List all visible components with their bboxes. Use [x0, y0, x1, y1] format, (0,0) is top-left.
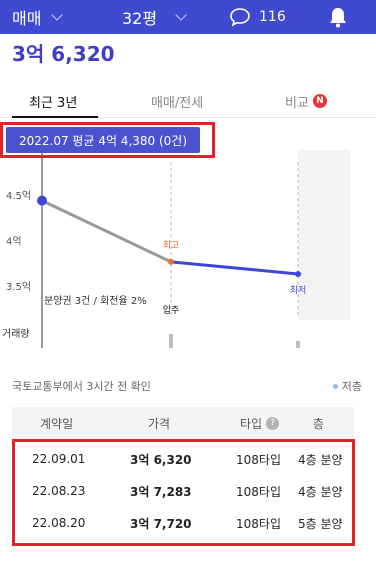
chat-bubble-icon	[230, 8, 250, 27]
transaction-table-header: 계약일 가격 타입 ? 층	[12, 407, 354, 439]
tab-compare[interactable]: 비교 N	[285, 84, 327, 118]
tab-label: 매매/전세	[151, 95, 204, 111]
highlight-box-rows	[12, 439, 355, 546]
chart-info-text: 분양권 3건 / 회전율 2%	[44, 295, 147, 307]
y-tick-label: 3.5억	[6, 281, 31, 293]
column-header-type[interactable]: 타입 ?	[240, 407, 280, 439]
area-label: 32평	[122, 9, 158, 28]
data-source-note: 국토교통부에서 3시간 전 확인	[12, 380, 151, 393]
column-header-price: 가격	[148, 416, 171, 431]
area-dropdown[interactable]: 32평	[122, 0, 187, 34]
notification-button[interactable]	[328, 0, 348, 34]
current-price: 3억 6,320	[12, 42, 115, 66]
chevron-down-icon	[175, 8, 187, 21]
bell-icon	[330, 8, 346, 28]
tab-recent-3y[interactable]: 최근 3년	[29, 84, 77, 118]
y-tick-label: 4억	[6, 236, 22, 248]
volume-bar	[169, 334, 173, 348]
tab-label: 비교	[285, 95, 309, 111]
tab-label: 최근 3년	[29, 95, 78, 111]
volume-axis-label: 거래량	[2, 328, 30, 340]
price-line-segment-recent	[170, 260, 299, 276]
trade-type-label: 매매	[12, 9, 42, 28]
tab-sale-lease[interactable]: 매매/전세	[151, 84, 203, 118]
column-header-floor: 층	[313, 416, 325, 431]
move-in-label: 입주	[163, 304, 180, 316]
highlight-box-tooltip	[0, 122, 215, 158]
top-bar: 매매 32평 116	[0, 0, 376, 34]
legend-dot-icon	[332, 383, 338, 389]
comments-button[interactable]: 116	[229, 0, 286, 34]
comments-count: 116	[259, 9, 286, 25]
y-tick-label: 4.5억	[6, 190, 31, 202]
low-marker-label: 최저	[290, 285, 307, 296]
new-badge: N	[312, 94, 327, 108]
trade-type-dropdown[interactable]: 매매	[12, 0, 64, 34]
help-icon[interactable]: ?	[266, 416, 280, 430]
chevron-down-icon	[51, 8, 64, 21]
data-point-2022-07	[37, 195, 47, 206]
volume-bar	[296, 341, 300, 348]
active-tab-indicator	[12, 116, 98, 118]
data-point-2022-09	[295, 270, 301, 277]
price-line-segment-past	[41, 199, 172, 264]
column-header-type-label: 타입	[240, 416, 263, 431]
column-header-date: 계약일	[40, 416, 74, 431]
chart-legend: 저층	[332, 378, 362, 394]
data-point-2022-08	[168, 258, 174, 265]
high-marker-label: 최고	[163, 240, 180, 251]
legend-label: 저층	[341, 380, 362, 393]
period-tabs: 최근 3년 매매/전세 비교 N	[0, 84, 376, 118]
